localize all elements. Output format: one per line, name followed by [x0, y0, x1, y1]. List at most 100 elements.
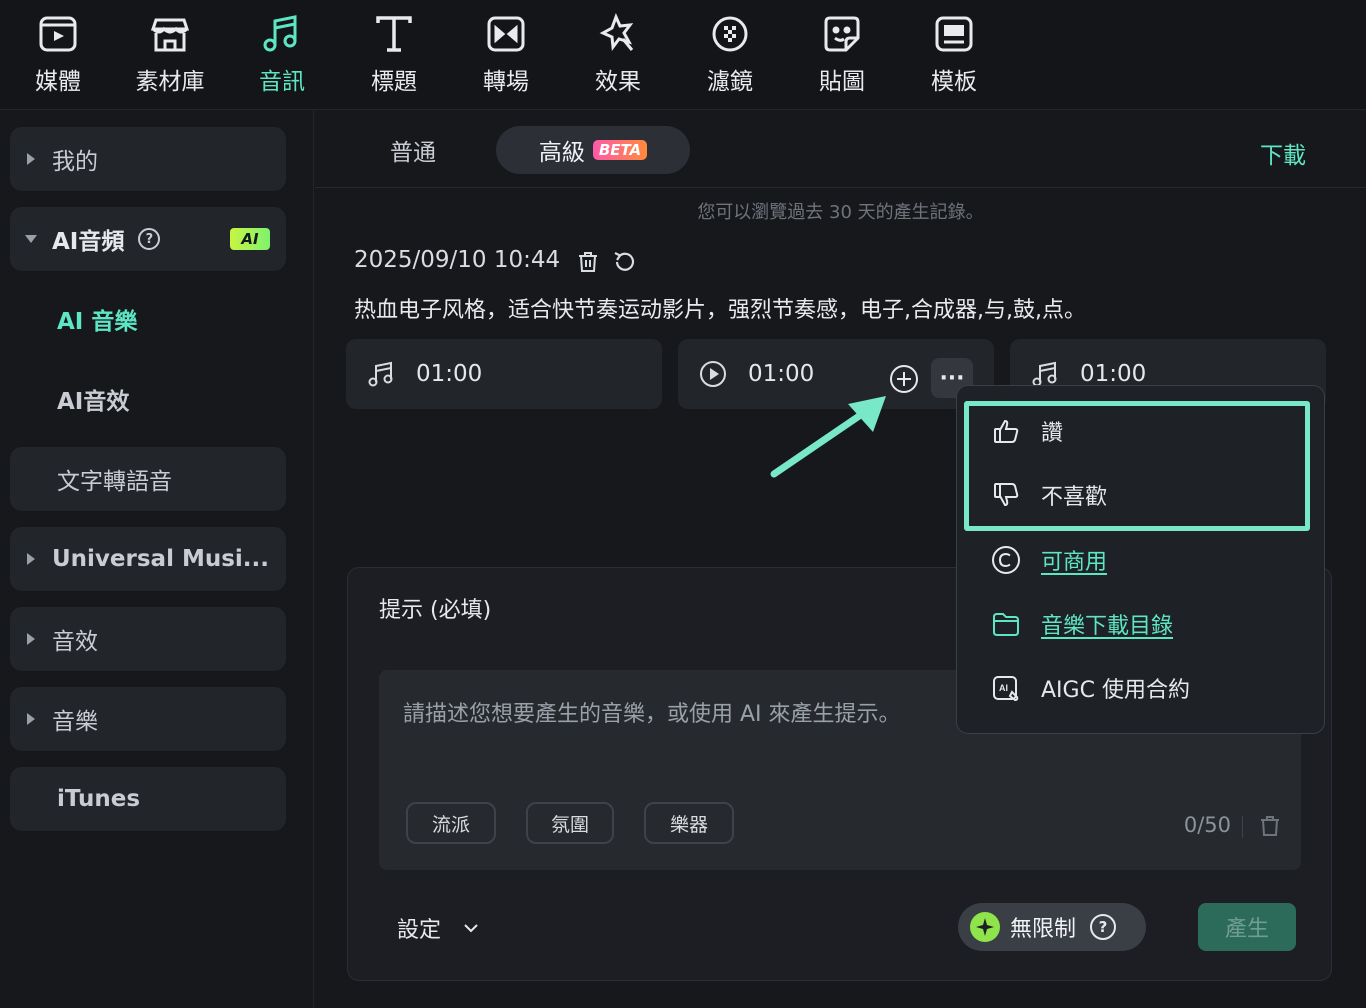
sidebar-item-label: iTunes: [57, 786, 141, 812]
expand-arrow-icon: [27, 713, 35, 725]
menu-item-label: 音樂下載目錄: [1041, 614, 1174, 639]
expand-arrow-icon: [27, 633, 35, 645]
sparkle-icon: [970, 912, 1000, 942]
trash-icon[interactable]: [575, 249, 601, 275]
menu-item-aigc[interactable]: AI AIGC 使用合約: [990, 668, 1190, 708]
expand-arrow-icon: [27, 553, 35, 565]
toolbar-template-label: 模板: [931, 69, 977, 95]
clear-trash-icon[interactable]: [1257, 813, 1283, 839]
download-link[interactable]: 下載: [1260, 136, 1306, 170]
beta-badge: BETA: [592, 140, 648, 160]
help-icon[interactable]: ?: [1090, 914, 1117, 940]
track-card[interactable]: 01:00: [346, 339, 662, 409]
sidebar-item-universal-music[interactable]: Universal Musi...: [10, 527, 286, 591]
menu-item-like[interactable]: 讚: [990, 411, 1063, 451]
track-duration: 01:00: [416, 361, 483, 387]
sidebar-item-label: Universal Musi...: [52, 546, 270, 572]
play-icon[interactable]: [698, 359, 728, 389]
track-duration: 01:00: [1080, 361, 1147, 387]
history-prompt: 热血电子风格，适合快节奏运动影片，强烈节奏感，电子,合成器,与,鼓,点。: [354, 298, 1086, 323]
sidebar-item-sfx[interactable]: 音效: [10, 607, 286, 671]
sidebar-item-label: 音樂: [52, 709, 98, 735]
template-icon: [935, 16, 973, 52]
title-icon: [376, 16, 412, 52]
sidebar-item-ai-music[interactable]: AI 音樂: [10, 287, 286, 351]
sidebar-item-label: 我的: [52, 149, 98, 175]
history-note: 您可以瀏覽過去 30 天的產生記錄。: [697, 202, 984, 223]
toolbar-audio-label: 音訊: [259, 69, 305, 95]
tab-advanced-label: 高級: [538, 140, 585, 166]
toolbar-filter-label: 濾鏡: [707, 69, 753, 95]
char-count: 0/50: [1183, 813, 1231, 837]
generation-timestamp: 2025/09/10 10:44: [354, 247, 561, 273]
music-note-icon: [368, 361, 393, 387]
toolbar-title-label: 標題: [371, 69, 417, 95]
sticker-icon: [824, 16, 860, 52]
help-icon[interactable]: ?: [138, 228, 161, 250]
prompt-title: 提示 (必填): [379, 598, 492, 623]
track-duration: 01:00: [748, 361, 815, 387]
menu-item-label: 可商用: [1041, 550, 1108, 575]
annotation-arrow-icon: [770, 396, 886, 478]
generate-button[interactable]: 產生: [1198, 903, 1296, 951]
media-icon: [39, 16, 77, 52]
toolbar-transition-label: 轉場: [483, 69, 529, 95]
sidebar-item-label: AI 音樂: [57, 309, 138, 335]
tab-basic[interactable]: 普通: [365, 126, 461, 174]
sidebar-item-itunes[interactable]: iTunes: [10, 767, 286, 831]
top-toolbar: 媒體 素材庫 音訊 標題 轉場 效果 濾鏡 貼圖 模板: [0, 0, 1366, 110]
mode-tabs: 普通 高級 BETA 下載: [315, 110, 1366, 188]
sidebar-item-ai-audio[interactable]: AI音頻 ? AI: [10, 207, 286, 271]
sidebar-item-label: AI音效: [57, 389, 130, 415]
menu-item-label: AIGC 使用合約: [1041, 678, 1190, 703]
sidebar-item-mine[interactable]: 我的: [10, 127, 286, 191]
thumbs-up-icon: [994, 419, 1019, 443]
sidebar: 我的 AI音頻 ? AI AI 音樂 AI音效 文字轉語音 Universal …: [0, 110, 314, 1008]
toolbar-store-label: 素材庫: [135, 69, 205, 95]
transition-icon: [487, 16, 525, 52]
tab-advanced[interactable]: 高級 BETA: [496, 126, 690, 174]
effects-icon: [599, 12, 634, 51]
toolbar-title[interactable]: 標題: [346, 12, 442, 96]
chip-genre[interactable]: 流派: [406, 802, 496, 844]
divider: [1242, 816, 1243, 838]
toolbar-media[interactable]: 媒體: [10, 12, 106, 96]
chip-mood[interactable]: 氛圍: [526, 802, 614, 844]
sidebar-item-ai-sfx[interactable]: AI音效: [10, 367, 286, 431]
toolbar-audio[interactable]: 音訊: [234, 12, 330, 96]
svg-text:AI: AI: [999, 683, 1008, 693]
unlimited-badge[interactable]: 無限制 ?: [958, 903, 1146, 951]
toolbar-effects[interactable]: 效果: [570, 12, 666, 96]
toolbar-transition[interactable]: 轉場: [458, 12, 554, 96]
expand-arrow-icon: [27, 153, 35, 165]
toolbar-store[interactable]: 素材庫: [122, 12, 218, 96]
toolbar-filter[interactable]: 濾鏡: [682, 12, 778, 96]
sidebar-item-label: 文字轉語音: [57, 469, 172, 495]
menu-item-label: 不喜歡: [1041, 485, 1108, 510]
toolbar-template[interactable]: 模板: [906, 12, 1002, 96]
menu-item-commercial[interactable]: 可商用: [990, 540, 1107, 580]
sidebar-item-tts[interactable]: 文字轉語音: [10, 447, 286, 511]
chip-instrument[interactable]: 樂器: [644, 802, 734, 844]
prompt-placeholder: 請描述您想要產生的音樂，或使用 AI 來產生提示。: [403, 702, 901, 727]
settings-label: 設定: [397, 918, 442, 943]
music-note-icon: [263, 15, 297, 52]
toolbar-effects-label: 效果: [595, 69, 641, 95]
menu-item-label: 讚: [1041, 421, 1064, 446]
aigc-contract-icon: AI: [993, 676, 1019, 702]
thumbs-down-icon: [994, 483, 1019, 507]
sidebar-item-label: AI音頻: [52, 229, 125, 255]
copyright-icon: [992, 546, 1020, 574]
sidebar-item-label: 音效: [52, 629, 98, 655]
toolbar-sticker[interactable]: 貼圖: [794, 12, 890, 96]
toolbar-sticker-label: 貼圖: [819, 69, 865, 95]
menu-item-download-dir[interactable]: 音樂下載目錄: [990, 604, 1173, 644]
settings-dropdown[interactable]: 設定: [397, 912, 481, 944]
sidebar-item-music[interactable]: 音樂: [10, 687, 286, 751]
chevron-down-icon: [464, 924, 478, 933]
regenerate-icon[interactable]: [611, 249, 637, 275]
unlimited-label: 無限制: [1010, 917, 1077, 942]
collapse-arrow-icon: [25, 235, 37, 243]
menu-item-dislike[interactable]: 不喜歡: [990, 475, 1107, 515]
filter-icon: [712, 16, 748, 52]
